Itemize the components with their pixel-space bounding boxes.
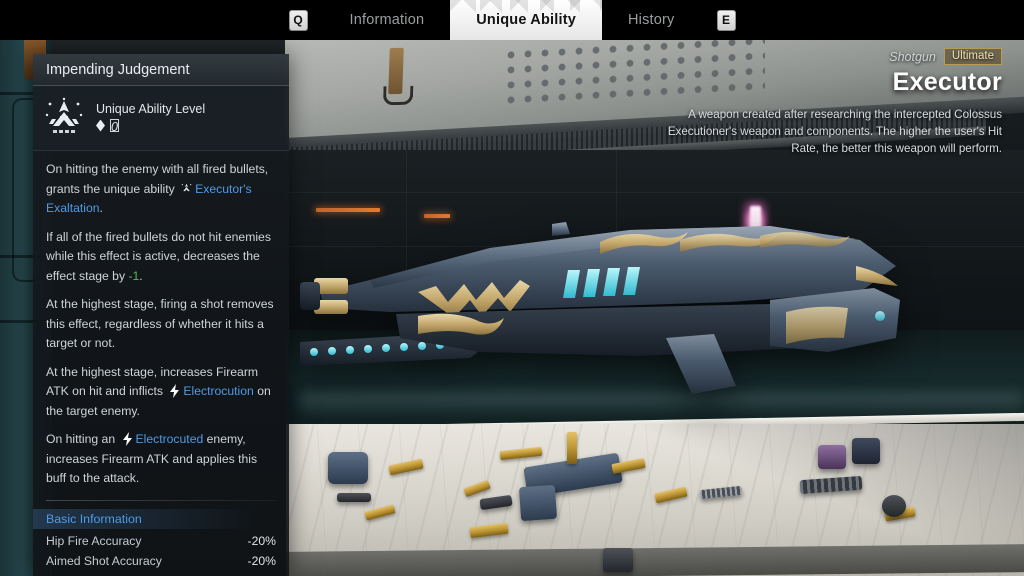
tab-unique-ability[interactable]: Unique Ability bbox=[450, 0, 602, 40]
prop-bullet bbox=[567, 432, 577, 464]
ability-paragraph: On hitting the enemy with all fired bull… bbox=[46, 160, 276, 219]
text-run: On hitting an bbox=[46, 432, 119, 446]
ability-paragraph: If all of the fired bullets do not hit e… bbox=[46, 228, 276, 287]
unique-ability-level-value: 0 bbox=[96, 119, 205, 134]
lightning-bolt-icon bbox=[122, 432, 133, 446]
section-header-basic-information: Basic Information bbox=[33, 508, 289, 529]
weapon-tagline: Shotgun Ultimate bbox=[642, 48, 1002, 65]
next-tab-keycap[interactable]: E bbox=[716, 9, 736, 31]
stat-row: Hip Fire Accuracy -20% bbox=[33, 531, 289, 551]
text-run: . bbox=[99, 201, 103, 215]
link-electrocution[interactable]: Electrocution bbox=[183, 384, 253, 398]
prop-disc bbox=[603, 548, 633, 572]
ability-paragraph: At the highest stage, increases Firearm … bbox=[46, 363, 276, 422]
weapon-name: Executor bbox=[892, 68, 1002, 96]
prev-tab-keycap[interactable]: Q bbox=[288, 9, 308, 31]
stage-penalty-value: -1 bbox=[128, 268, 140, 283]
text-run: If all of the fired bullets do not hit e… bbox=[46, 229, 271, 283]
unique-ability-level-label: Unique Ability Level bbox=[96, 102, 206, 116]
ability-description: On hitting the enemy with all fired bull… bbox=[33, 151, 289, 493]
weapon-type-label: Shotgun bbox=[889, 49, 936, 64]
panel-title: Impending Judgement bbox=[33, 54, 289, 86]
ability-paragraph: At the highest stage, firing a shot remo… bbox=[46, 295, 276, 354]
ability-paragraph: On hitting an Electrocuted enemy, increa… bbox=[46, 430, 276, 489]
weapon-description: A weapon created after researching the i… bbox=[667, 108, 1002, 155]
lightning-bolt-icon bbox=[169, 384, 180, 398]
prop-barrel bbox=[337, 493, 371, 502]
text-run: . bbox=[139, 268, 143, 283]
game-screen: Q Information Unique Ability History E I… bbox=[0, 0, 1024, 576]
stat-label: Aimed Shot Accuracy bbox=[46, 553, 162, 568]
unique-ability-emblem-icon bbox=[180, 182, 193, 195]
gem-icon bbox=[96, 119, 105, 132]
weapon-header: Shotgun Ultimate Executor A weapon creat… bbox=[642, 48, 1002, 157]
ceiling-hook-icon bbox=[388, 47, 404, 95]
prop-block bbox=[818, 445, 846, 469]
text-run: At the highest stage, firing a shot remo… bbox=[46, 297, 274, 350]
stat-value: -20% bbox=[247, 553, 276, 568]
prop-cylinder bbox=[328, 452, 368, 484]
panel-divider bbox=[46, 499, 276, 501]
stat-label: Hip Fire Accuracy bbox=[46, 533, 142, 548]
unique-ability-level-row: Unique Ability Level 0 bbox=[33, 86, 289, 151]
section-title: Basic Information bbox=[46, 511, 142, 526]
weapon-rarity-badge: Ultimate bbox=[943, 48, 1002, 65]
prop-disc bbox=[882, 495, 906, 517]
weapon-model bbox=[300, 196, 910, 396]
stat-value: -20% bbox=[247, 533, 276, 548]
link-electrocuted[interactable]: Electrocuted bbox=[136, 432, 204, 446]
tab-information[interactable]: Information bbox=[324, 0, 451, 40]
level-number: 0 bbox=[110, 119, 119, 134]
stat-row: Aimed Shot Accuracy -20% bbox=[33, 551, 289, 571]
unique-ability-panel: Impending Judgement Unique Ability Level… bbox=[33, 54, 289, 576]
unique-ability-emblem-icon bbox=[42, 95, 86, 139]
prop-block bbox=[852, 438, 880, 464]
tab-history[interactable]: History bbox=[602, 0, 701, 40]
prop-grip bbox=[518, 484, 558, 522]
tab-bar: Q Information Unique Ability History E bbox=[0, 0, 1024, 40]
